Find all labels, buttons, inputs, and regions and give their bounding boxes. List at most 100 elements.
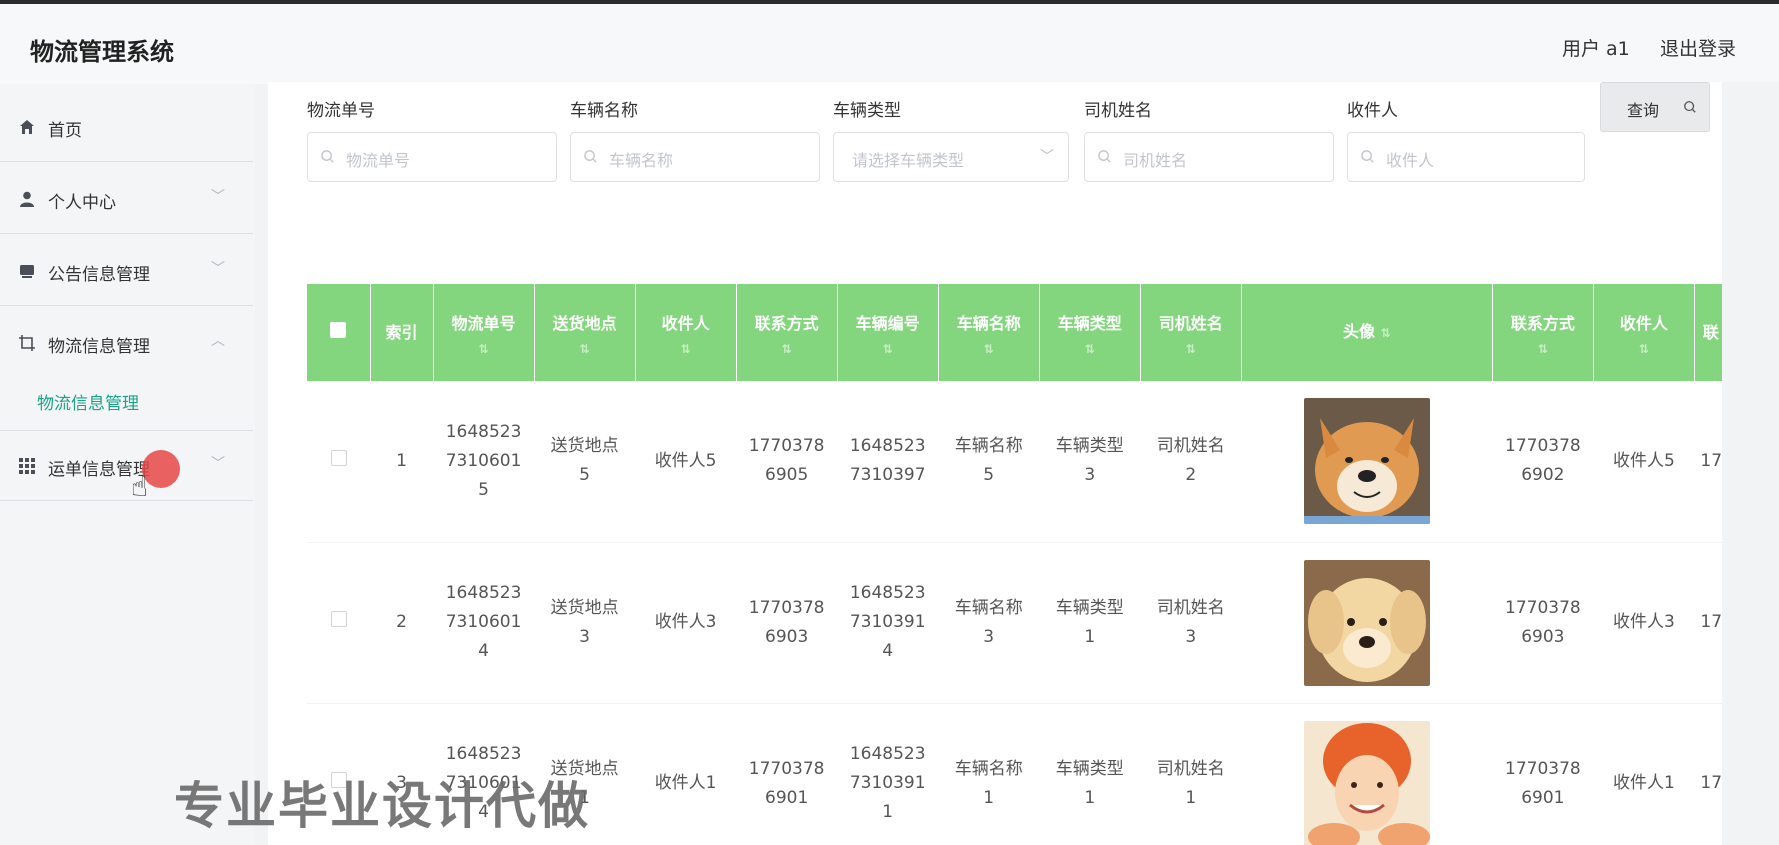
row-select-cell[interactable] [307, 381, 371, 543]
sort-icon[interactable]: ⇅ [434, 340, 534, 358]
cell-vehicle-name: 车辆名称 1 [938, 703, 1040, 845]
column-header[interactable]: 送货地点 ⇅ [534, 284, 636, 381]
order-no-placeholder: 物流单号 [346, 151, 411, 170]
cell-recipient: 收件人3 [635, 542, 737, 704]
cell-phone-2: 1770378 6903 [1492, 542, 1594, 704]
sidebar-item-home[interactable]: 首页 [0, 92, 253, 162]
filter-label-vehicle-type: 车辆类型 [833, 101, 901, 121]
vehicle-type-select[interactable]: 请选择车辆类型 ﹀ [833, 132, 1069, 182]
cell-truncated: 17 [1694, 542, 1722, 704]
driver-name-input[interactable]: 司机姓名 [1084, 132, 1334, 182]
grid-icon [19, 458, 35, 474]
column-header[interactable]: 车辆类型 ⇅ [1039, 284, 1141, 381]
select-all-header[interactable] [307, 284, 371, 381]
column-header[interactable]: 收件人 ⇅ [1593, 284, 1695, 381]
data-table-wrapper: 索引 物流单号 ⇅ 送货地点 ⇅ 收件人 ⇅ 联系方式 ⇅ 车辆编号 ⇅ 车辆名称 ⇅ 车辆… [307, 284, 1722, 845]
sort-icon[interactable]: ⇅ [1381, 326, 1391, 340]
sort-icon[interactable]: ⇅ [838, 340, 938, 358]
sidebar-item-label: 个人中心 [48, 193, 116, 213]
column-header[interactable]: 联系方式 ⇅ [736, 284, 838, 381]
cell-recipient-2: 收件人5 [1593, 381, 1695, 543]
sidebar-item-notice[interactable]: 公告信息管理 ﹀ [0, 236, 253, 306]
cell-vehicle-type: 车辆类型 3 [1039, 381, 1141, 543]
query-button[interactable]: 查询 [1600, 82, 1710, 132]
sidebar-item-label: 物流信息管理 [48, 337, 150, 357]
cell-index: 1 [370, 381, 434, 543]
data-table: 索引 物流单号 ⇅ 送货地点 ⇅ 收件人 ⇅ 联系方式 ⇅ 车辆编号 ⇅ 车辆名称 ⇅ 车辆… [307, 284, 1722, 845]
row-select-cell[interactable] [307, 542, 371, 704]
sort-icon[interactable]: ⇅ [535, 340, 635, 358]
sidebar-item-profile[interactable]: 个人中心 ﹀ [0, 164, 253, 234]
cell-phone-2: 1770378 6902 [1492, 381, 1594, 543]
cell-driver: 司机姓名 2 [1140, 381, 1242, 543]
sidebar-item-waybill[interactable]: 运单信息管理 ﹀ [0, 431, 253, 501]
sort-icon[interactable]: ⇅ [1493, 340, 1593, 358]
cell-vehicle-name: 车辆名称 5 [938, 381, 1040, 543]
sort-icon[interactable]: ⇅ [1141, 340, 1241, 358]
sort-icon[interactable]: ⇅ [737, 340, 837, 358]
vehicle-name-input[interactable]: 车辆名称 [570, 132, 820, 182]
cell-vehicle-type: 车辆类型 1 [1039, 542, 1141, 704]
column-header[interactable]: 收件人 ⇅ [635, 284, 737, 381]
cell-driver: 司机姓名 1 [1140, 703, 1242, 845]
avatar-image [1303, 559, 1430, 686]
column-header[interactable]: 联 [1694, 284, 1722, 381]
avatar-image [1303, 398, 1430, 525]
sidebar: 首页 个人中心 ﹀ 公告信息管理 ﹀ 物流信息管理 ︿ 物流信息管理 运单信息管… [0, 84, 255, 845]
cell-order-no: 1648523 7310601 4 [433, 542, 535, 704]
recipient-input[interactable]: 收件人 [1347, 132, 1585, 182]
search-icon [584, 150, 597, 163]
column-header[interactable]: 司机姓名 ⇅ [1140, 284, 1242, 381]
cell-recipient-2: 收件人1 [1593, 703, 1695, 845]
logout-link[interactable]: 退出登录 [1660, 34, 1736, 61]
search-icon [1098, 150, 1111, 163]
cell-vehicle-no: 1648523 7310397 [837, 381, 939, 543]
filter-label-recipient: 收件人 [1347, 101, 1398, 121]
filter-label-vehicle-name: 车辆名称 [570, 101, 638, 121]
chevron-down-icon: ﹀ [211, 456, 225, 472]
cell-index: 2 [370, 542, 434, 704]
sort-icon[interactable]: ⇅ [636, 340, 736, 358]
row-checkbox[interactable] [330, 611, 347, 627]
avatar-image [1303, 720, 1430, 845]
user-icon [20, 191, 34, 207]
order-no-input[interactable]: 物流单号 [307, 132, 557, 182]
sidebar-item-logistics[interactable]: 物流信息管理 ︿ [0, 308, 253, 378]
chevron-down-icon: ﹀ [211, 189, 225, 205]
column-header[interactable]: 车辆名称 ⇅ [938, 284, 1040, 381]
column-header[interactable]: 头像 ⇅ [1241, 284, 1493, 381]
cell-recipient-2: 收件人3 [1593, 542, 1695, 704]
search-icon [1361, 150, 1374, 163]
chevron-down-icon: ﹀ [211, 261, 225, 277]
submenu-item-logistics-info[interactable]: 物流信息管理 [37, 389, 139, 414]
sort-icon[interactable]: ⇅ [939, 340, 1039, 358]
search-icon [1684, 101, 1696, 113]
search-icon [321, 150, 334, 163]
cell-address: 送货地点 5 [534, 381, 636, 543]
home-icon [20, 120, 34, 134]
sort-icon[interactable]: ⇅ [1040, 340, 1140, 358]
crop-icon [19, 335, 35, 351]
cell-truncated: 17 [1694, 703, 1722, 845]
app-title: 物流管理系统 [30, 38, 174, 66]
table-row[interactable]: 2 1648523 7310601 4 送货地点 3 收件人3 1770378 6903… [307, 542, 1722, 704]
cell-truncated: 17 [1694, 381, 1722, 543]
sort-icon[interactable]: ⇅ [1594, 340, 1694, 358]
table-row[interactable]: 1 1648523 7310601 5 送货地点 5 收件人5 1770378 6905… [307, 381, 1722, 543]
cell-phone: 1770378 6901 [736, 703, 838, 845]
cell-driver: 司机姓名 3 [1140, 542, 1242, 704]
column-header[interactable]: 物流单号 ⇅ [433, 284, 535, 381]
row-checkbox[interactable] [330, 449, 347, 466]
cell-recipient: 收件人1 [635, 703, 737, 845]
column-header[interactable]: 车辆编号 ⇅ [837, 284, 939, 381]
sidebar-item-label: 首页 [48, 121, 82, 141]
table-header-row: 索引 物流单号 ⇅ 送货地点 ⇅ 收件人 ⇅ 联系方式 ⇅ 车辆编号 ⇅ 车辆名称 ⇅ 车辆… [307, 284, 1722, 381]
cell-avatar [1241, 381, 1493, 543]
notice-icon [20, 265, 34, 278]
scroll-gutter [1722, 82, 1779, 845]
select-all-checkbox[interactable] [330, 321, 347, 338]
cell-recipient: 收件人5 [635, 381, 737, 543]
cell-phone: 1770378 6905 [736, 381, 838, 543]
cell-vehicle-no: 1648523 7310391 4 [837, 542, 939, 704]
column-header[interactable]: 联系方式 ⇅ [1492, 284, 1594, 381]
